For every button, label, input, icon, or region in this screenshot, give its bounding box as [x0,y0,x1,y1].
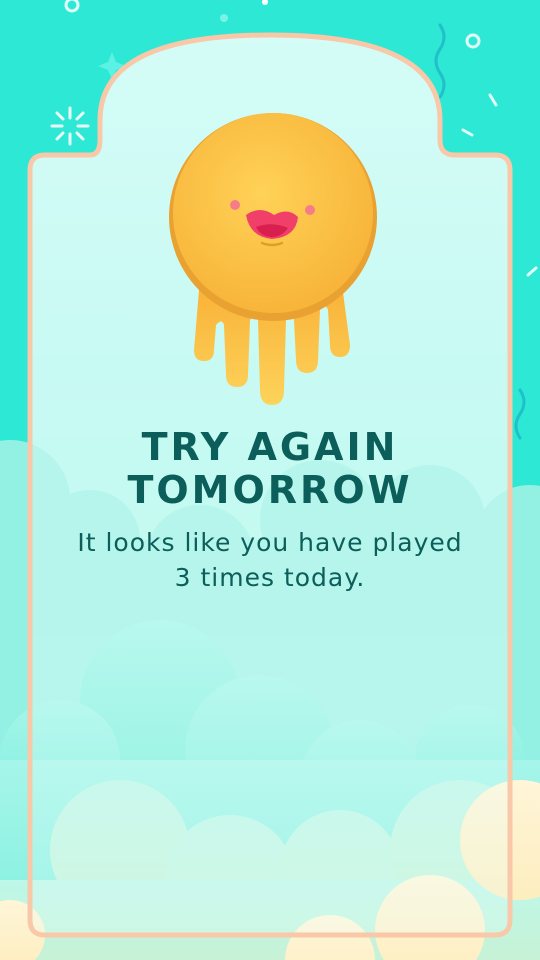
headline-line-2: TOMORROW [127,468,413,512]
message-line-1: It looks like you have played [77,528,463,557]
blush-left [230,200,240,210]
headline-line-1: TRY AGAIN [141,425,399,469]
message-line-2: 3 times today. [174,563,366,592]
sun-mascot-icon [169,113,377,405]
blush-right [305,205,315,215]
